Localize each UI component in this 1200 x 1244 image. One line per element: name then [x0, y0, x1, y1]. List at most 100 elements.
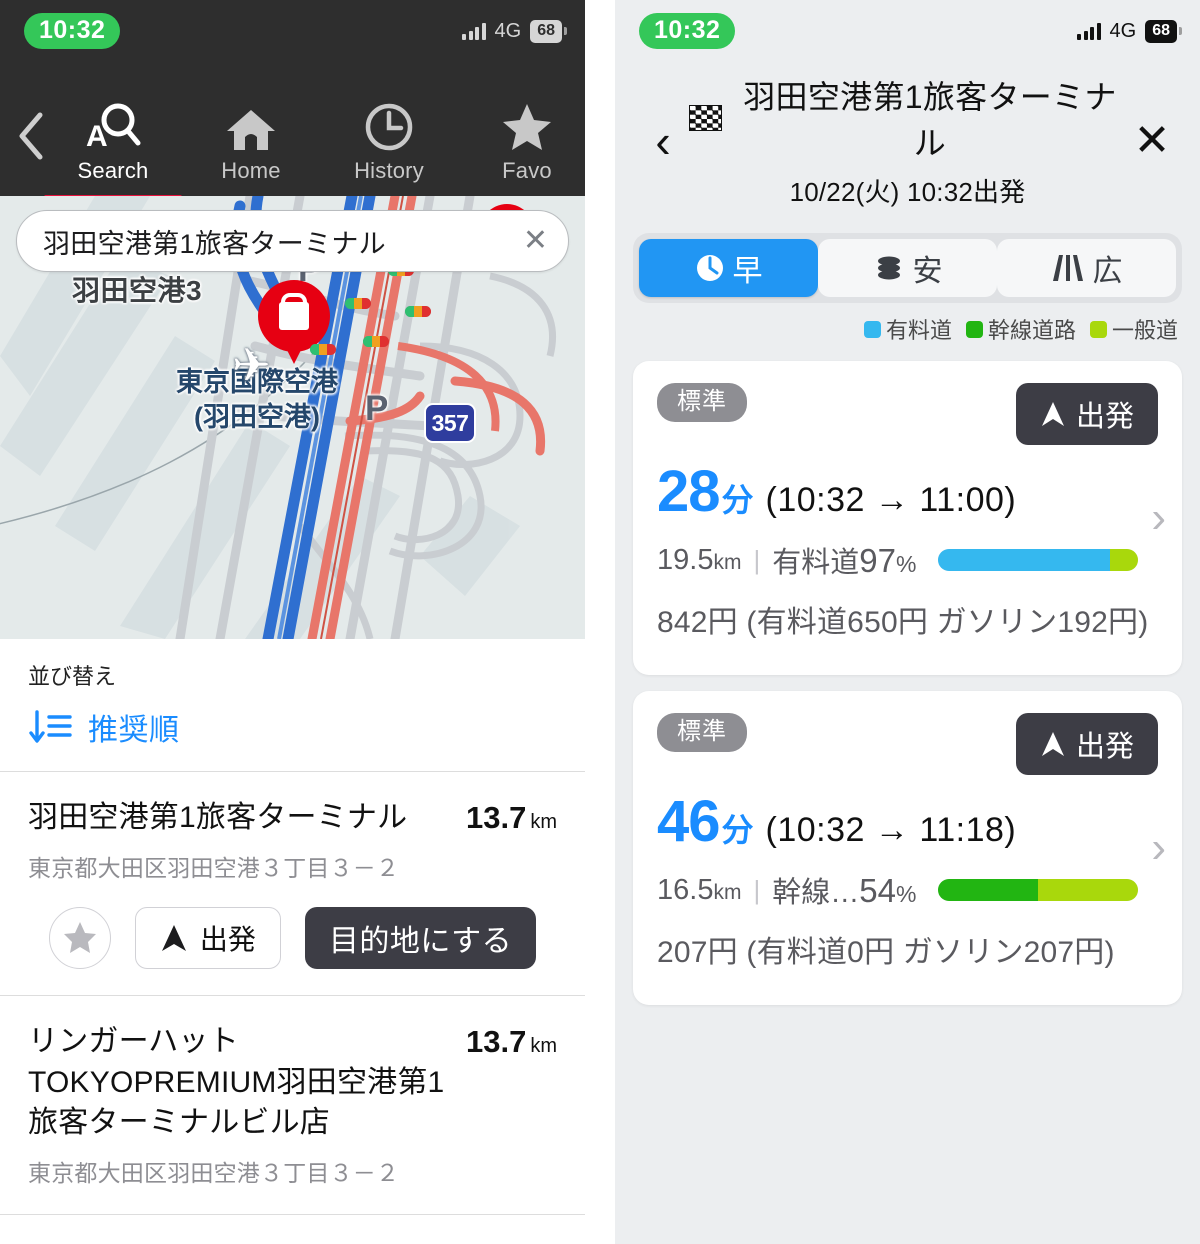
battery-cap: [564, 27, 567, 35]
result-name: 羽田空港第1旅客ターミナル: [28, 801, 408, 834]
tab-fastest-label: 早: [732, 255, 763, 288]
close-icon[interactable]: ✕: [1126, 118, 1178, 163]
search-a-icon: A: [44, 96, 182, 152]
tab-history[interactable]: History: [320, 96, 458, 196]
duration-times: (10:32 → 11:18): [765, 811, 1017, 849]
route-road-share: 有料道97%: [772, 542, 917, 579]
list-item[interactable]: ゆうちょ銀行本店羽田空港第1旅客ターミナル２階出張所 13.7km: [0, 1215, 585, 1244]
start-navigation-label: 出発: [1075, 731, 1134, 763]
battery-level: 68: [1145, 19, 1177, 43]
duration-value: 28: [657, 459, 721, 524]
result-address: 東京都大田区羽田空港３丁目３－２: [28, 1160, 400, 1187]
home-icon: [182, 96, 320, 152]
tab-search[interactable]: A Search: [44, 96, 182, 202]
sort-value: 推奨順: [88, 714, 180, 747]
favorite-button[interactable]: [48, 906, 111, 969]
set-destination-label: 目的地にする: [328, 924, 513, 958]
network-type: 4G: [494, 19, 522, 42]
page-title: 羽田空港第1旅客ターミナル: [689, 72, 1126, 164]
map-view[interactable]: 羽田空港第1旅客ターミナル ✕ 羽田空港3 東京国際空港 (羽田空港) P P …: [0, 196, 585, 639]
navigation-arrow-icon: [1041, 402, 1064, 426]
result-distance: 13.7km: [465, 800, 557, 835]
status-indicators: 4G 68: [1077, 19, 1182, 43]
chevron-right-icon[interactable]: ›: [1151, 496, 1166, 540]
battery-cap: [1179, 27, 1182, 35]
result-address: 東京都大田区羽田空港３丁目３－２: [28, 854, 400, 881]
status-clock: 10:32: [639, 13, 736, 49]
legend-label-main: 幹線道路: [987, 318, 1076, 343]
route-badge: 標準: [657, 383, 747, 422]
result-actions: 出発 目的地にする: [28, 906, 557, 969]
parking-mark-2: P: [365, 389, 389, 428]
clock-icon: [696, 255, 723, 281]
legend-label-toll: 有料道: [885, 318, 952, 343]
meta-divider: |: [753, 544, 761, 575]
bar-segment-main: [938, 879, 1039, 901]
chevron-right-icon[interactable]: ›: [1151, 826, 1166, 870]
sort-section: 並び替え 推奨順: [0, 639, 585, 772]
map-label-airport-line2: (羽田空港): [194, 401, 320, 432]
list-item[interactable]: リンガーハット TOKYOPREMIUM羽田空港第1旅客ターミナルビル店 13.…: [0, 996, 585, 1216]
traffic-signal-icon: [405, 306, 431, 317]
depart-button[interactable]: 出発: [134, 906, 281, 969]
route-cost: 207円 (有料道0円 ガソリン207円): [657, 936, 1115, 969]
start-navigation-button[interactable]: 出発: [1015, 713, 1158, 775]
tab-widest[interactable]: 広: [997, 239, 1176, 297]
tab-fastest[interactable]: 早: [639, 239, 818, 297]
legend-swatch-general: [1089, 320, 1107, 338]
header-titles: 羽田空港第1旅客ターミナル 10/22(火) 10:32出発: [689, 72, 1126, 209]
route-header: ‹ 羽田空港第1旅客ターミナル 10/22(火) 10:32出発 ✕: [615, 62, 1200, 227]
set-destination-button[interactable]: 目的地にする: [304, 906, 537, 969]
bar-segment-toll: [938, 549, 1111, 571]
route-distance: 19.5km: [657, 543, 742, 576]
result-distance: 13.7km: [465, 1023, 557, 1059]
traffic-signal-icon: [310, 344, 336, 355]
page-title-text: 羽田空港第1旅客ターミナル: [743, 79, 1117, 161]
tab-home[interactable]: Home: [182, 96, 320, 196]
road-composition-bar: [938, 549, 1139, 571]
route-road-share: 幹線…54%: [772, 872, 917, 909]
star-icon: [63, 922, 96, 954]
coins-icon: [877, 256, 900, 280]
route-card-header: 標準 出発: [657, 713, 1158, 775]
search-input-bar[interactable]: 羽田空港第1旅客ターミナル ✕: [16, 210, 569, 272]
duration-unit: 分: [721, 482, 754, 518]
battery-level: 68: [530, 19, 562, 43]
result-distance-unit: km: [530, 1034, 557, 1057]
route-priority-tabs: 早 安 広: [633, 233, 1182, 303]
duration-value: 46: [657, 789, 721, 854]
tab-cheapest[interactable]: 安: [818, 239, 997, 297]
dual-screenshot: 10:32 4G 68 A Search Home History Favo 羽…: [0, 0, 1200, 1244]
start-navigation-label: 出発: [1075, 401, 1134, 433]
route-card[interactable]: 標準 出発 28 分 (10:32 → 11:00) 19.5km | 有料道9…: [633, 361, 1182, 675]
list-item[interactable]: 羽田空港第1旅客ターミナル 13.7 km 東京都大田区羽田空港３丁目３－２ 出発…: [0, 772, 585, 996]
search-input[interactable]: 羽田空港第1旅客ターミナル: [43, 222, 523, 261]
back-button[interactable]: ‹: [637, 118, 689, 164]
back-button[interactable]: [16, 76, 44, 196]
tab-home-label: Home: [221, 158, 281, 183]
meta-divider: |: [753, 874, 761, 905]
route-duration: 28 分 (10:32 → 11:00): [657, 463, 1158, 521]
top-tab-bar: A Search Home History Favo: [0, 62, 585, 202]
tab-cheapest-label: 安: [912, 255, 943, 288]
clear-icon[interactable]: ✕: [523, 226, 548, 256]
route-badge: 標準: [657, 713, 747, 752]
start-navigation-button[interactable]: 出発: [1015, 383, 1158, 445]
route-distance: 16.5km: [657, 873, 742, 906]
sort-control[interactable]: 推奨順: [0, 691, 585, 771]
shop-bag-icon: [279, 302, 309, 330]
tab-search-label: Search: [77, 158, 149, 183]
star-icon: [458, 96, 585, 152]
navigation-arrow-icon: [161, 924, 186, 951]
status-bar-right: 10:32 4G 68: [615, 0, 1200, 62]
signal-bars-icon: [1077, 22, 1101, 40]
tab-favorite[interactable]: Favo: [458, 96, 585, 196]
road-composition-bar: [938, 879, 1139, 901]
wide-road-icon: [1052, 255, 1083, 281]
tab-history-label: History: [354, 158, 424, 183]
status-indicators: 4G 68: [462, 19, 567, 43]
route-meta: 16.5km | 幹線…54%: [657, 869, 1158, 911]
route-card[interactable]: 標準 出発 46 分 (10:32 → 11:18) 16.5km | 幹線…5…: [633, 691, 1182, 1005]
route-duration: 46 分 (10:32 → 11:18): [657, 793, 1158, 851]
duration-unit: 分: [721, 812, 754, 848]
